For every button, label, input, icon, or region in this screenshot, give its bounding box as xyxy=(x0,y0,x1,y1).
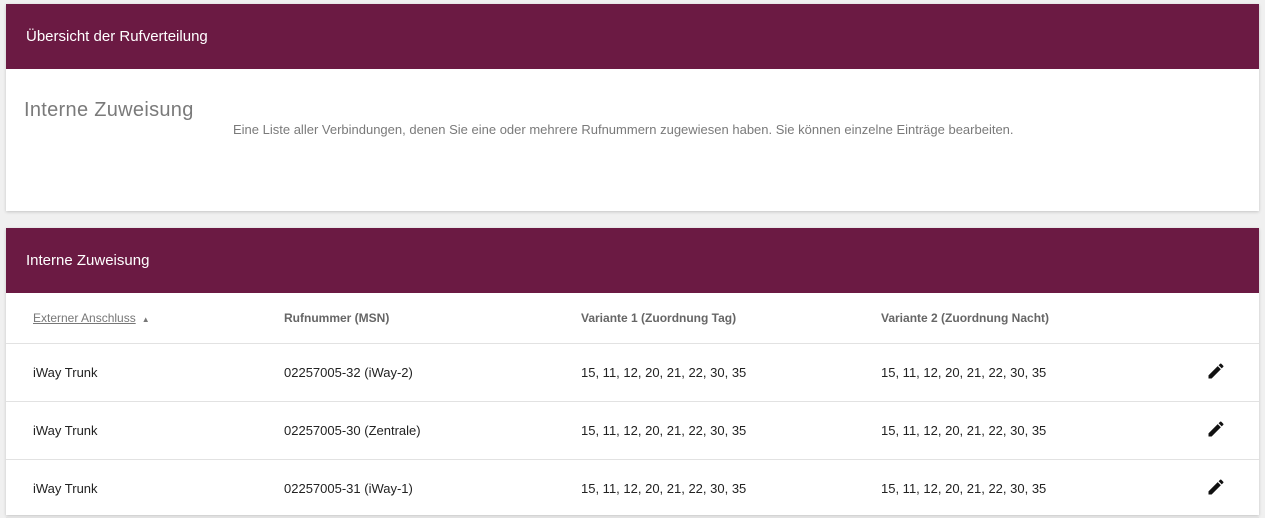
pencil-icon[interactable] xyxy=(1206,419,1226,439)
cell-actions xyxy=(1206,343,1259,402)
cell-variant2: 15, 11, 12, 20, 21, 22, 30, 35 xyxy=(881,343,1206,402)
column-header-number: Rufnummer (MSN) xyxy=(284,293,581,344)
overview-header-title: Übersicht der Rufverteilung xyxy=(26,28,208,45)
column-header-external[interactable]: Externer Anschluss ▲ xyxy=(6,293,284,344)
table-row: iWay Trunk 02257005-31 (iWay-1) 15, 11, … xyxy=(6,459,1259,518)
cell-variant1: 15, 11, 12, 20, 21, 22, 30, 35 xyxy=(581,401,881,460)
intro-section: Interne Zuweisung Eine Liste aller Verbi… xyxy=(6,69,1259,211)
assignment-table: Externer Anschluss ▲ Rufnummer (MSN) Vari… xyxy=(6,293,1259,518)
cell-variant2: 15, 11, 12, 20, 21, 22, 30, 35 xyxy=(881,459,1206,518)
cell-number: 02257005-32 (iWay-2) xyxy=(284,343,581,402)
assignment-header: Interne Zuweisung xyxy=(6,228,1259,293)
pencil-icon[interactable] xyxy=(1206,361,1226,381)
overview-panel: Übersicht der Rufverteilung Interne Zuwe… xyxy=(6,4,1259,211)
cell-external: iWay Trunk xyxy=(6,401,284,460)
cell-variant2: 15, 11, 12, 20, 21, 22, 30, 35 xyxy=(881,401,1206,460)
column-header-variant2: Variante 2 (Zuordnung Nacht) xyxy=(881,293,1206,344)
cell-number: 02257005-30 (Zentrale) xyxy=(284,401,581,460)
intro-description: Eine Liste aller Verbindungen, denen Sie… xyxy=(233,122,1014,137)
table-row: iWay Trunk 02257005-30 (Zentrale) 15, 11… xyxy=(6,401,1259,460)
overview-header: Übersicht der Rufverteilung xyxy=(6,4,1259,69)
assignment-panel: Interne Zuweisung Externer Anschluss ▲ Ru… xyxy=(6,228,1259,518)
table-header-row: Externer Anschluss ▲ Rufnummer (MSN) Vari… xyxy=(6,293,1259,344)
cell-number: 02257005-31 (iWay-1) xyxy=(284,459,581,518)
column-header-variant1: Variante 1 (Zuordnung Tag) xyxy=(581,293,881,344)
sort-ascending-icon: ▲ xyxy=(141,315,150,324)
intro-heading: Interne Zuweisung xyxy=(24,99,194,121)
table-row: iWay Trunk 02257005-32 (iWay-2) 15, 11, … xyxy=(6,343,1259,402)
sort-link-external[interactable]: Externer Anschluss xyxy=(33,311,136,325)
column-header-actions xyxy=(1206,293,1259,344)
cell-variant1: 15, 11, 12, 20, 21, 22, 30, 35 xyxy=(581,343,881,402)
assignment-header-title: Interne Zuweisung xyxy=(26,252,150,269)
cell-external: iWay Trunk xyxy=(6,459,284,518)
cell-external: iWay Trunk xyxy=(6,343,284,402)
cell-variant1: 15, 11, 12, 20, 21, 22, 30, 35 xyxy=(581,459,881,518)
cell-actions xyxy=(1206,459,1259,518)
pencil-icon[interactable] xyxy=(1206,477,1226,497)
cell-actions xyxy=(1206,401,1259,460)
